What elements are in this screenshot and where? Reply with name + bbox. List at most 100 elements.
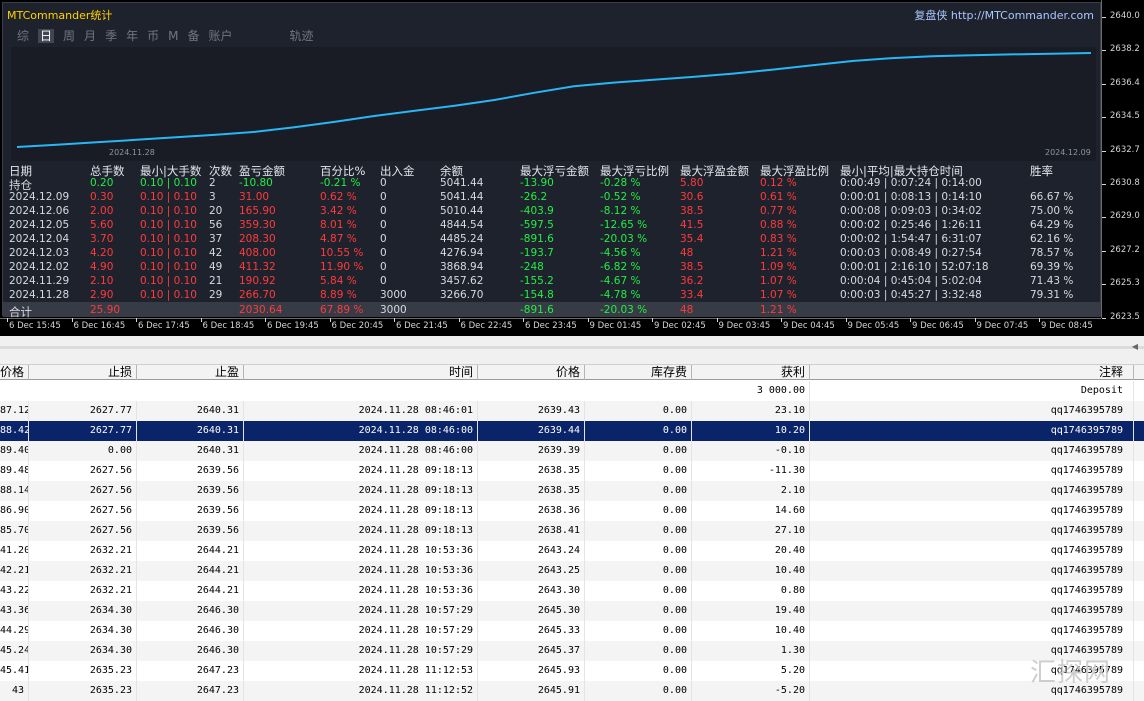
stats-cell: -403.9 [520, 205, 554, 217]
time-scale[interactable]: 6 Dec 15:45 6 Dec 16:45 6 Dec 17:45 6 Dec 1… [0, 318, 1101, 336]
column-header[interactable]: 时间 [244, 365, 478, 380]
column-header[interactable]: 止损 [29, 365, 137, 380]
table-row[interactable]: 87.12 2627.77 2640.31 2024.11.28 08:46:01 26… [0, 401, 1144, 421]
stats-cell: 266.70 [239, 289, 276, 301]
table-row[interactable]: 85.70 2627.56 2639.56 2024.11.28 09:18:13 26… [0, 521, 1144, 541]
stats-cell: 2.10 [90, 275, 114, 287]
column-header[interactable]: 价格 [0, 365, 29, 380]
table-cell: qq1746395789 [810, 481, 1134, 501]
scroll-up-icon[interactable]: ◀ [1132, 342, 1138, 351]
stats-cell: 3457.62 [440, 275, 484, 287]
table-cell: 86.90 [0, 501, 29, 521]
stats-cell: 359.30 [239, 219, 276, 231]
table-cell: 2634.30 [29, 621, 137, 641]
stats-cell: 0.88 % [760, 219, 797, 231]
stats-cell: 1.09 % [760, 261, 797, 273]
table-cell: 2639.56 [137, 461, 244, 481]
tab-4[interactable]: 季 [105, 29, 117, 43]
table-cell: qq1746395789 [810, 421, 1134, 441]
equity-curve-svg [16, 52, 1092, 148]
table-cell: 0.00 [585, 681, 692, 701]
table-cell: 2646.30 [137, 641, 244, 661]
stats-cell: -0.52 % [600, 191, 641, 203]
stats-cell: 0:00:03 | 0:45:27 | 3:32:48 [840, 289, 982, 301]
table-cell: 2639.56 [137, 501, 244, 521]
table-cell: 2645.91 [478, 681, 585, 701]
time-tick-mark [974, 318, 976, 322]
table-row[interactable]: 44.29 2634.30 2646.30 2024.11.28 10:57:29 26… [0, 621, 1144, 641]
column-header[interactable]: 注释 [810, 365, 1134, 380]
tab-10[interactable]: 轨迹 [290, 29, 314, 43]
table-cell: 0.00 [585, 541, 692, 561]
table-cell: 2634.30 [29, 641, 137, 661]
table-row[interactable]: 89.40 0.00 2640.31 2024.11.28 08:46:00 2639.… [0, 441, 1144, 461]
column-header[interactable]: 止盈 [137, 365, 244, 380]
stats-cell: 30.6 [680, 191, 704, 203]
stats-cell: 20 [209, 205, 223, 217]
tab-2[interactable]: 周 [63, 29, 75, 43]
table-cell: 2632.21 [29, 581, 137, 601]
table-row[interactable]: 45.24 2634.30 2646.30 2024.11.28 10:57:29 26… [0, 641, 1144, 661]
table-row[interactable]: 43 2635.23 2647.23 2024.11.28 11:12:52 2645.… [0, 681, 1144, 701]
stats-cell: 1.21 % [760, 304, 797, 316]
stats-cell: 0.10 | 0.10 [140, 205, 197, 217]
table-cell: 42.21 [0, 561, 29, 581]
table-row[interactable]: 43.36 2634.30 2646.30 2024.11.28 10:57:29 26… [0, 601, 1144, 621]
panel-splitter[interactable]: ◀ [0, 336, 1144, 364]
price-tick-label: 2625.3 [1110, 278, 1140, 289]
stats-cell: 5.60 [90, 219, 114, 231]
tab-0[interactable]: 综 [17, 29, 29, 43]
tab-9[interactable]: 账户 [208, 29, 232, 43]
table-cell: 2024.11.28 10:53:36 [244, 561, 478, 581]
stats-cell: 0.10 | 0.10 [140, 233, 197, 245]
tab-8[interactable]: 备 [187, 29, 199, 43]
table-row[interactable]: 88.14 2627.56 2639.56 2024.11.28 09:18:13 26… [0, 481, 1144, 501]
table-cell: 0.00 [585, 461, 692, 481]
table-cell: 2638.41 [478, 521, 585, 541]
table-cell: 0.00 [585, 501, 692, 521]
stats-cell: 38.5 [680, 261, 704, 273]
table-cell: 0.00 [585, 561, 692, 581]
table-row[interactable]: 88.42 2627.77 2640.31 2024.11.28 08:46:00 26… [0, 421, 1144, 441]
table-cell: 2643.24 [478, 541, 585, 561]
price-tick-mark [1102, 50, 1106, 52]
table-cell: 2627.77 [29, 421, 137, 441]
time-tick-label: 9 Dec 01:45 [589, 321, 642, 331]
time-tick-label: 9 Dec 02:45 [654, 321, 706, 331]
table-cell: 10.20 [692, 421, 810, 441]
trade-history-table[interactable]: 3 000.00 Deposit 87.12 2627.77 2640.31 2024.1… [0, 381, 1144, 701]
splitter-bar [0, 346, 1144, 349]
tab-3[interactable]: 月 [84, 29, 96, 43]
price-tick-label: 2632.7 [1110, 144, 1140, 155]
column-header[interactable]: 价格 [478, 365, 585, 380]
table-row[interactable]: 41.20 2632.21 2644.21 2024.11.28 10:53:36 26… [0, 541, 1144, 561]
price-tick-mark [1102, 83, 1106, 85]
column-header[interactable]: 获利 [692, 365, 810, 380]
deposit-row[interactable]: 3 000.00 Deposit [0, 381, 1144, 401]
stats-cell: 11.90 % [320, 261, 364, 273]
table-cell: 43 [0, 681, 29, 701]
table-cell: 2640.31 [137, 441, 244, 461]
table-row[interactable]: 43.22 2632.21 2644.21 2024.11.28 10:53:36 26… [0, 581, 1144, 601]
tab-5[interactable]: 年 [126, 29, 138, 43]
panel-link[interactable]: 复盘侠 http://MTCommander.com [914, 7, 1094, 23]
tab-6[interactable]: 币 [147, 29, 159, 43]
table-cell: 2024.11.28 08:46:00 [244, 441, 478, 461]
column-header[interactable]: 库存费 [585, 365, 692, 380]
stats-cell: -4.56 % [600, 247, 641, 259]
tab-7[interactable]: M [168, 29, 178, 43]
stats-cell: 0:00:02 | 1:54:47 | 6:31:07 [840, 233, 982, 245]
trading-chart[interactable]: MTCommander统计 复盘侠 http://MTCommander.com… [0, 0, 1144, 336]
price-tick-mark [1102, 117, 1106, 119]
table-header: 价格 止损 止盈 时间 价格 库存费 获利 注释 [0, 364, 1144, 380]
stats-cell: 4844.54 [440, 219, 484, 231]
table-row[interactable]: 89.48 2627.56 2639.56 2024.11.28 09:18:13 26… [0, 461, 1144, 481]
tab-1[interactable]: 日 [38, 29, 55, 43]
stats-cell: 0 [380, 233, 387, 245]
time-tick-label: 9 Dec 08:45 [1041, 321, 1093, 331]
price-scale[interactable]: 2640.0 2638.2 2636.4 2634.5 2632.7 2630.8 2629… [1101, 0, 1144, 322]
table-row[interactable]: 45.41 2635.23 2647.23 2024.11.28 11:12:53 26… [0, 661, 1144, 681]
table-row[interactable]: 86.90 2627.56 2639.56 2024.11.28 09:18:13 26… [0, 501, 1144, 521]
table-row[interactable]: 42.21 2632.21 2644.21 2024.11.28 10:53:36 26… [0, 561, 1144, 581]
stats-cell: 5.80 [680, 177, 704, 189]
